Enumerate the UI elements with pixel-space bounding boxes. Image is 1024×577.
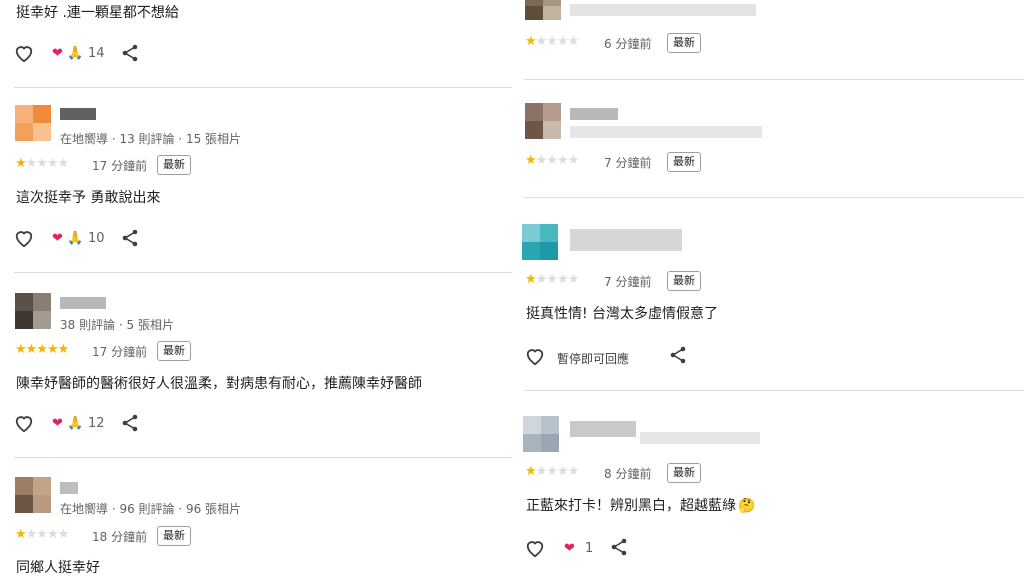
share-icon — [670, 346, 686, 364]
reviewer-name-blurred[interactable] — [570, 421, 636, 437]
review-text: 挺幸好 .連一顆星都不想給 — [16, 5, 179, 21]
avatar[interactable] — [523, 416, 559, 452]
avatar[interactable] — [15, 293, 51, 329]
star-rating: ★★★★★ — [15, 342, 69, 357]
reaction-count: 1 — [585, 541, 594, 556]
share-button[interactable] — [121, 229, 139, 251]
reviews-column-right: ★★★★★ 6 分鐘前 最新 ★★★★★ 7 分鐘前 最新 ★★★★★ 7 分鐘… — [512, 0, 1024, 576]
avatar[interactable] — [15, 105, 51, 141]
thinking-emoji: 🤔 — [738, 498, 756, 514]
reviewer-meta: 在地嚮導 · 96 則評論 · 96 張相片 — [60, 502, 242, 516]
reviewer-meta: 在地嚮導 · 13 則評論 · 15 張相片 — [60, 132, 242, 146]
newest-badge: 最新 — [667, 271, 701, 291]
review-text: 正藍來打卡！辨別黑白，超越藍綠 🤔 — [526, 495, 755, 515]
newest-badge: 最新 — [667, 33, 701, 53]
pray-emoji-icon: 🙏 — [67, 416, 84, 431]
avatar[interactable] — [522, 224, 558, 260]
like-button[interactable] — [13, 228, 35, 252]
review-divider — [524, 79, 1024, 80]
heart-outline-icon — [15, 416, 33, 433]
like-button[interactable] — [524, 538, 546, 562]
review-text: 同鄉人挺幸好 — [16, 560, 100, 576]
like-button[interactable] — [13, 43, 35, 67]
review-text: 這次挺幸予 勇敢說出來 — [16, 190, 161, 206]
review-text: 陳幸妤醫師的醫術很好人很溫柔，對病患有耐心，推薦陳幸妤醫師 — [16, 376, 422, 392]
reviewer-name-blurred[interactable] — [60, 482, 78, 494]
heart-outline-icon — [526, 349, 544, 366]
reviewer-name-blurred[interactable] — [60, 108, 96, 120]
review-divider — [14, 272, 512, 273]
reaction-count: 14 — [88, 46, 105, 61]
reviewer-meta-blurred — [640, 432, 760, 444]
reaction-count: 12 — [88, 416, 105, 431]
reviewer-name-blurred[interactable] — [570, 108, 618, 120]
avatar[interactable] — [525, 103, 561, 139]
heart-emoji-icon: ❤ — [52, 46, 63, 61]
share-button[interactable] — [121, 44, 139, 66]
reviewer-name-blurred[interactable] — [570, 229, 682, 251]
review-divider — [524, 390, 1024, 391]
star-rating: ★★★★★ — [525, 153, 579, 168]
heart-outline-icon — [15, 46, 33, 63]
review-divider — [14, 457, 512, 458]
review-time: 7 分鐘前 — [604, 156, 652, 170]
share-icon — [122, 229, 138, 247]
share-icon — [122, 414, 138, 432]
heart-outline-icon — [15, 231, 33, 248]
pray-emoji-icon: 🙏 — [67, 46, 84, 61]
share-icon — [611, 538, 627, 556]
newest-badge: 最新 — [157, 526, 191, 546]
review-time: 17 分鐘前 — [92, 345, 148, 359]
newest-badge: 最新 — [667, 152, 701, 172]
avatar[interactable] — [15, 477, 51, 513]
newest-badge: 最新 — [157, 341, 191, 361]
share-button[interactable] — [610, 538, 628, 560]
review-divider — [524, 197, 1024, 198]
like-button[interactable] — [13, 413, 35, 437]
share-icon — [122, 44, 138, 62]
review-divider — [14, 87, 512, 88]
review-time: 7 分鐘前 — [604, 275, 652, 289]
reviewer-name-blurred[interactable] — [60, 297, 106, 309]
heart-emoji-icon: ❤ — [564, 541, 575, 556]
star-rating: ★★★★★ — [15, 156, 69, 171]
heart-outline-icon — [526, 541, 544, 558]
star-rating: ★★★★★ — [15, 527, 69, 542]
heart-emoji-icon: ❤ — [52, 416, 63, 431]
star-rating: ★★★★★ — [525, 272, 579, 287]
review-time: 8 分鐘前 — [604, 467, 652, 481]
reviewer-meta: 38 則評論 · 5 張相片 — [60, 318, 174, 332]
avatar[interactable] — [525, 0, 561, 20]
review-text-content: 正藍來打卡！辨別黑白，超越藍綠 — [526, 498, 736, 514]
newest-badge: 最新 — [157, 155, 191, 175]
review-text: 挺真性情! 台灣太多虛情假意了 — [526, 306, 719, 322]
reviews-column-left: 挺幸好 .連一顆星都不想給 ❤ 🙏 14 在地嚮導 · 13 則評論 · 15 … — [0, 0, 512, 576]
like-button[interactable] — [524, 346, 546, 370]
review-time: 6 分鐘前 — [604, 37, 652, 51]
star-rating: ★★★★★ — [525, 464, 579, 479]
reaction-count: 10 — [88, 231, 105, 246]
reviewer-name-blurred[interactable] — [570, 4, 756, 16]
reply-paused-text: 暫停即可回應 — [557, 352, 630, 366]
share-button[interactable] — [669, 346, 687, 368]
heart-emoji-icon: ❤ — [52, 231, 63, 246]
pray-emoji-icon: 🙏 — [67, 231, 84, 246]
share-button[interactable] — [121, 414, 139, 436]
review-time: 17 分鐘前 — [92, 159, 148, 173]
star-rating: ★★★★★ — [525, 34, 579, 49]
review-time: 18 分鐘前 — [92, 530, 148, 544]
newest-badge: 最新 — [667, 463, 701, 483]
reviewer-meta-blurred — [570, 126, 762, 138]
